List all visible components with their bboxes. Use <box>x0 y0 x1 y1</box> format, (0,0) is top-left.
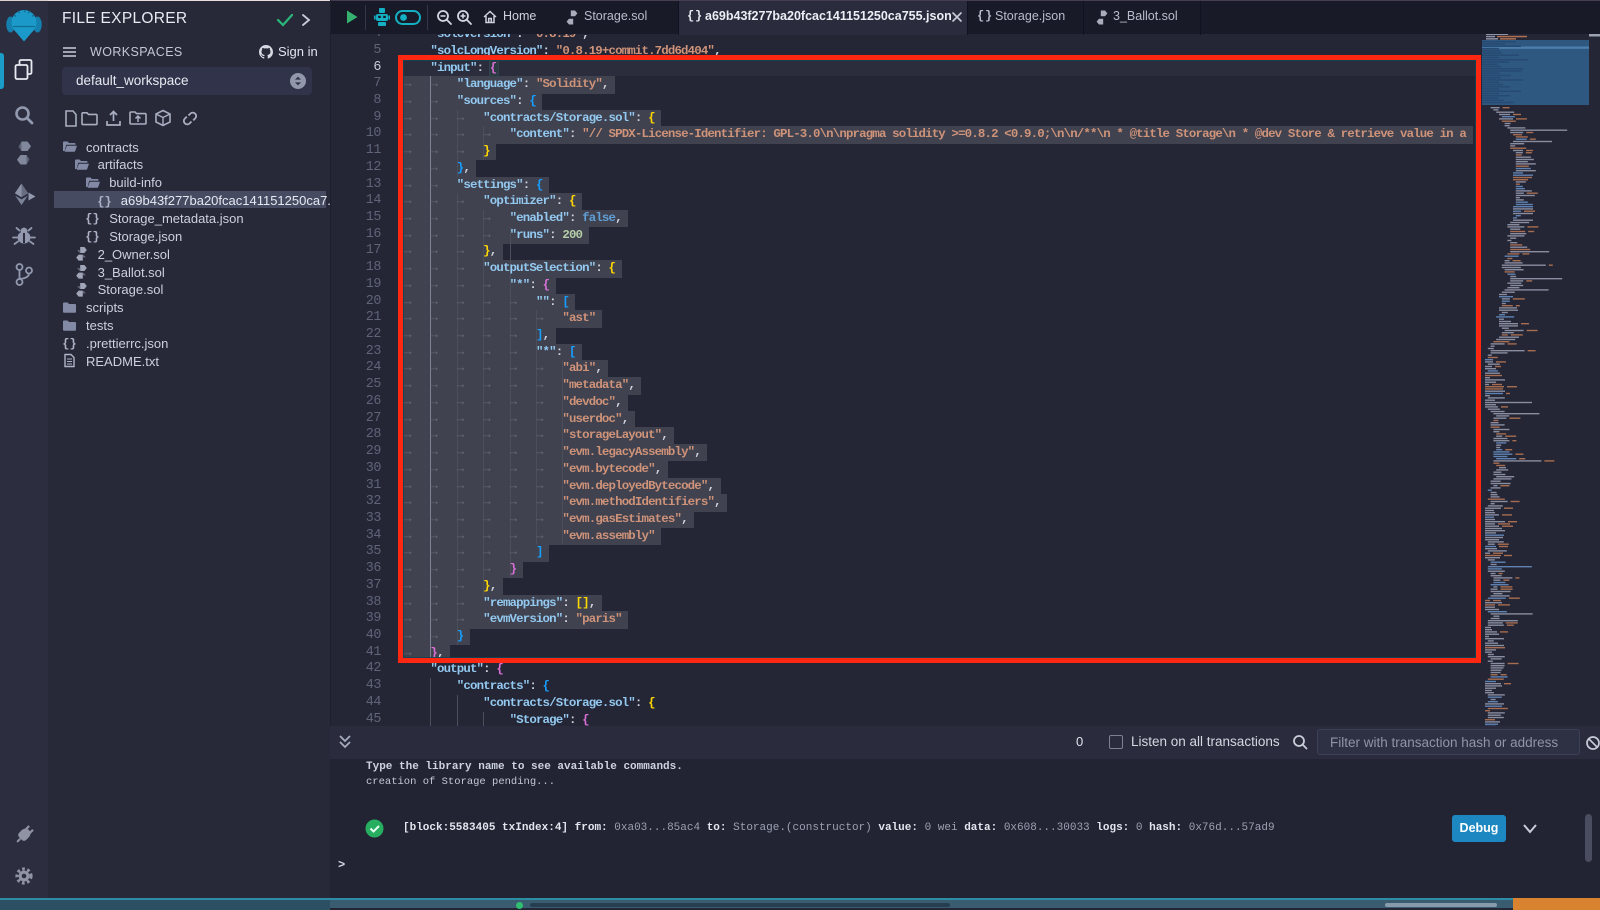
svg-text:{}: {} <box>62 337 76 351</box>
svg-text:{}: {} <box>85 212 99 226</box>
svg-text:{}: {} <box>85 230 99 244</box>
svg-text:{}: {} <box>97 195 111 209</box>
